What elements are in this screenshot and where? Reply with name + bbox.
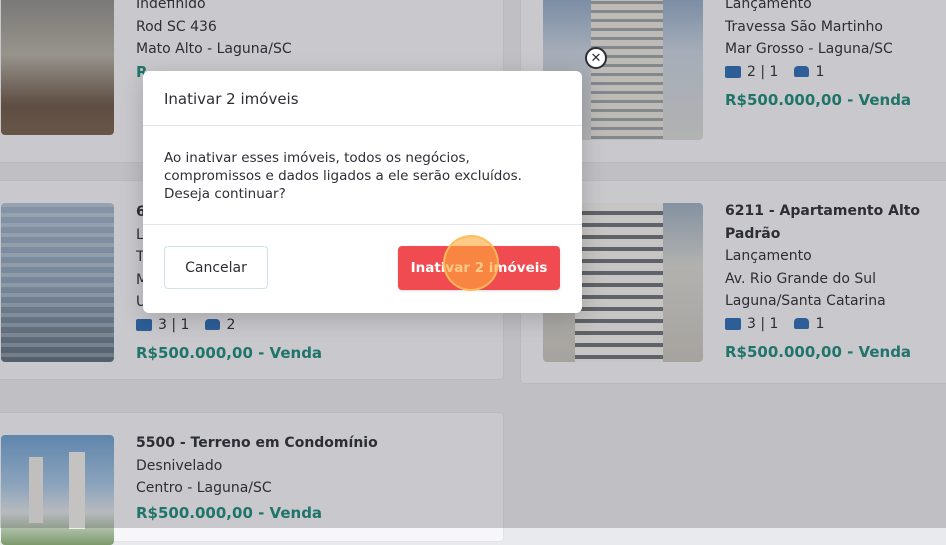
dialog-footer: Cancelar Inativar 2 imóveis xyxy=(143,225,582,313)
dialog-message-line: Ao inativar esses imóveis, todos os negó… xyxy=(164,150,470,166)
dialog-title: Inativar 2 imóveis xyxy=(164,90,299,108)
close-icon[interactable]: ✕ xyxy=(585,47,607,69)
confirm-button-label: Inativar 2 imóveis xyxy=(410,260,548,276)
dialog-message-line: compromissos e dados ligados a ele serão… xyxy=(164,168,522,184)
dialog-body: Ao inativar esses imóveis, todos os negó… xyxy=(143,126,582,225)
close-symbol: ✕ xyxy=(590,50,602,66)
dialog-header: Inativar 2 imóveis xyxy=(143,71,582,126)
dialog-message-line: Deseja continuar? xyxy=(164,186,286,202)
inactivate-dialog: Inativar 2 imóveis Ao inativar esses imó… xyxy=(143,71,582,313)
confirm-inactivate-button[interactable]: Inativar 2 imóveis xyxy=(398,246,560,290)
cancel-button-label: Cancelar xyxy=(185,259,247,276)
cancel-button[interactable]: Cancelar xyxy=(164,246,268,289)
